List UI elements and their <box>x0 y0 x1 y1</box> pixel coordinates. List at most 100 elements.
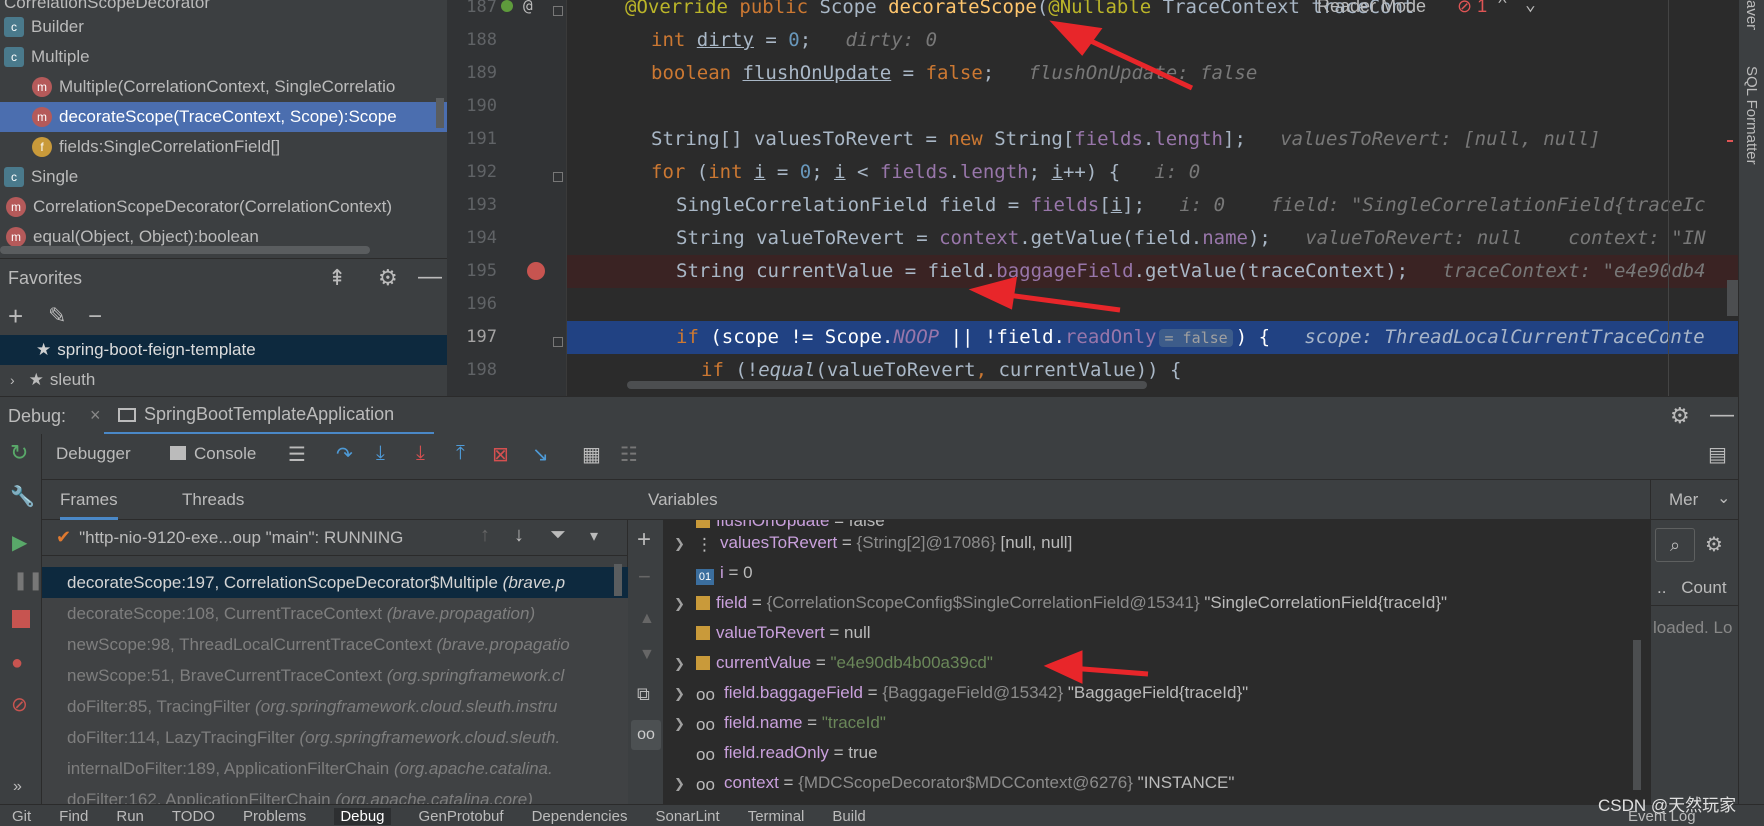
watches-toggle-icon[interactable]: oo <box>631 720 661 750</box>
structure-item[interactable]: c Multiple <box>0 42 447 72</box>
hide-icon[interactable]: — <box>1710 401 1734 429</box>
override-gutter-icon[interactable] <box>501 0 513 12</box>
code-line[interactable] <box>567 288 1738 321</box>
edit-icon[interactable]: ✎ <box>48 303 66 329</box>
expand-icon[interactable]: ❯ <box>674 649 688 678</box>
code-line[interactable]: @Override public Scope decorateScope(@Nu… <box>567 0 1738 24</box>
code-line[interactable]: int dirty = 0; dirty: 0 <box>567 24 1738 57</box>
run-to-cursor-icon[interactable]: ↘ <box>532 442 549 467</box>
add-icon[interactable]: + <box>8 303 23 329</box>
tab-memory[interactable]: Mer <box>1669 482 1698 518</box>
fold-icon[interactable] <box>553 337 563 347</box>
expand-icon[interactable]: ❯ <box>674 769 688 798</box>
maven-tab[interactable]: aven <box>1743 0 1760 30</box>
gear-icon[interactable]: ⚙ <box>1705 532 1723 557</box>
code-line[interactable]: boolean flushOnUpdate = false; flushOnUp… <box>567 57 1738 90</box>
frame-row[interactable]: decorateScope:108, CurrentTraceContext (… <box>42 598 628 629</box>
structure-item[interactable]: m CorrelationScopeDecorator(CorrelationCo… <box>0 192 447 222</box>
evaluate-icon[interactable]: ▦ <box>582 442 601 467</box>
execution-line[interactable]: if (scope != Scope.NOOP || !field.readOn… <box>567 321 1738 354</box>
force-step-into-icon[interactable]: ⤓ <box>416 442 425 465</box>
arrow-up-icon[interactable]: ↑ <box>480 524 490 547</box>
tab-console[interactable]: Console <box>170 444 256 464</box>
tool-tab[interactable]: Dependencies <box>532 808 628 825</box>
close-icon[interactable]: × <box>90 405 101 426</box>
frame-row-selected[interactable]: decorateScope:197, CorrelationScopeDecor… <box>42 567 628 598</box>
structure-item[interactable]: c Builder <box>0 12 447 42</box>
wrench-icon[interactable]: 🔧 <box>10 484 35 509</box>
gear-icon[interactable]: ⚙ <box>1670 403 1690 429</box>
vertical-scrollbar[interactable] <box>1633 640 1641 790</box>
add-watch-icon[interactable]: + <box>637 526 651 554</box>
variable-row[interactable]: ❯ oo field.name = "traceId" <box>664 708 1650 738</box>
vertical-scrollbar[interactable] <box>436 98 444 128</box>
remove-icon[interactable]: − <box>88 303 102 331</box>
chevron-up-icon[interactable]: ⌃ <box>1497 0 1508 15</box>
code-line[interactable]: SingleCorrelationField field = fields[i]… <box>567 189 1738 222</box>
tab-debugger[interactable]: Debugger <box>56 444 131 464</box>
expand-icon[interactable]: ❯ <box>674 529 688 558</box>
hide-icon[interactable]: — <box>418 263 442 291</box>
variable-row[interactable]: ❯ field = {CorrelationScopeConfig$SingleC… <box>664 588 1650 618</box>
mute-breakpoints-icon[interactable]: ⊘ <box>11 692 28 717</box>
variable-row[interactable]: valueToRevert = null <box>664 618 1650 648</box>
frame-row[interactable]: doFilter:85, TracingFilter (org.springfr… <box>42 691 628 722</box>
editor-gutter[interactable]: 187 188 189 190 191 192 193 194 195 196 … <box>447 0 567 396</box>
code-line[interactable]: String[] valuesToRevert = new String[fie… <box>567 123 1738 156</box>
gear-icon[interactable]: ⚙ <box>378 265 398 291</box>
frame-row[interactable]: doFilter:114, LazyTracingFilter (org.spr… <box>42 722 628 753</box>
pause-icon[interactable]: ❚❚ <box>13 570 43 591</box>
horizontal-scrollbar[interactable] <box>0 246 370 254</box>
reader-mode-toggle[interactable]: Reader Mode <box>1317 0 1426 17</box>
tool-tab[interactable]: Run <box>116 808 144 825</box>
sql-formatter-tab[interactable]: SQL Formatter <box>1743 66 1760 165</box>
chevron-right-icon[interactable]: › <box>10 372 15 388</box>
expand-icon[interactable]: ❯ <box>674 709 688 738</box>
code-line[interactable]: for (int i = 0; i < fields.length; i++) … <box>567 156 1738 189</box>
tab-frames[interactable]: Frames <box>60 480 118 520</box>
code-line[interactable] <box>567 90 1738 123</box>
chevron-down-icon[interactable]: ▾ <box>590 526 598 546</box>
vertical-scrollbar[interactable] <box>614 564 622 596</box>
code-line[interactable]: String valueToRevert = context.getValue(… <box>567 222 1738 255</box>
fold-icon[interactable] <box>553 6 563 16</box>
code-editor[interactable]: 187 188 189 190 191 192 193 194 195 196 … <box>447 0 1738 396</box>
run-config-tab[interactable]: SpringBootTemplateApplication <box>104 397 434 435</box>
trace-icon[interactable]: ☷ <box>620 442 638 467</box>
breakpoint-icon[interactable] <box>527 262 545 280</box>
variable-row[interactable]: oo field.readOnly = true <box>664 738 1650 768</box>
move-down-icon[interactable]: ▼ <box>639 646 655 664</box>
favorites-item[interactable]: › ★ sleuth <box>0 365 447 395</box>
search-icon[interactable]: ⌕ <box>1655 528 1695 562</box>
step-out-icon[interactable]: ⤒ <box>456 442 465 465</box>
layout-icon[interactable]: ☰ <box>288 442 306 467</box>
drop-frame-icon[interactable]: ⊠ <box>492 442 509 467</box>
variable-row[interactable]: ❯ oo field.baggageField = {BaggageField@15… <box>664 678 1650 708</box>
variable-row[interactable]: ❯ ⋮ valuesToRevert = {String[2]@17086} [nu… <box>664 528 1650 558</box>
tab-threads[interactable]: Threads <box>182 480 244 520</box>
structure-item-selected[interactable]: m decorateScope(TraceContext, Scope):Scop… <box>0 102 447 132</box>
vertical-scrollbar[interactable] <box>1727 280 1738 316</box>
filter-icon[interactable]: ⏷ <box>550 524 566 547</box>
rerun-icon[interactable]: ↻ <box>10 440 28 466</box>
remove-watch-icon[interactable]: − <box>638 564 651 590</box>
expand-icon[interactable]: ❯ <box>674 589 688 618</box>
expand-icon[interactable]: ❯ <box>674 679 688 708</box>
tab-variables[interactable]: Variables <box>648 482 718 518</box>
tool-tab[interactable]: GenProtobuf <box>419 808 504 825</box>
chevron-down-icon[interactable]: ⌄ <box>1525 0 1536 15</box>
copy-icon[interactable]: ⧉ <box>637 684 650 705</box>
tool-tab[interactable]: Problems <box>243 808 306 825</box>
chevron-down-icon[interactable]: ⌄ <box>1717 488 1730 508</box>
step-into-icon[interactable]: ⤓ <box>376 442 385 465</box>
variable-row[interactable]: 01 i = 0 <box>664 558 1650 588</box>
tool-tab[interactable]: TODO <box>172 808 215 825</box>
fold-icon[interactable] <box>553 172 563 182</box>
frame-row[interactable]: internalDoFilter:189, ApplicationFilterC… <box>42 753 628 784</box>
frame-row[interactable]: doFilter:162, ApplicationFilterChain (or… <box>42 784 628 804</box>
structure-item[interactable]: m Multiple(CorrelationContext, SingleCorr… <box>0 72 447 102</box>
variable-row[interactable]: ❯ oo context = {MDCScopeDecorator$MDCConte… <box>664 768 1650 798</box>
frame-row[interactable]: newScope:51, BraveCurrentTraceContext (o… <box>42 660 628 691</box>
favorites-item[interactable]: ★ spring-boot-feign-template <box>0 335 447 365</box>
collapse-icon[interactable]: ⇞ <box>328 265 346 291</box>
